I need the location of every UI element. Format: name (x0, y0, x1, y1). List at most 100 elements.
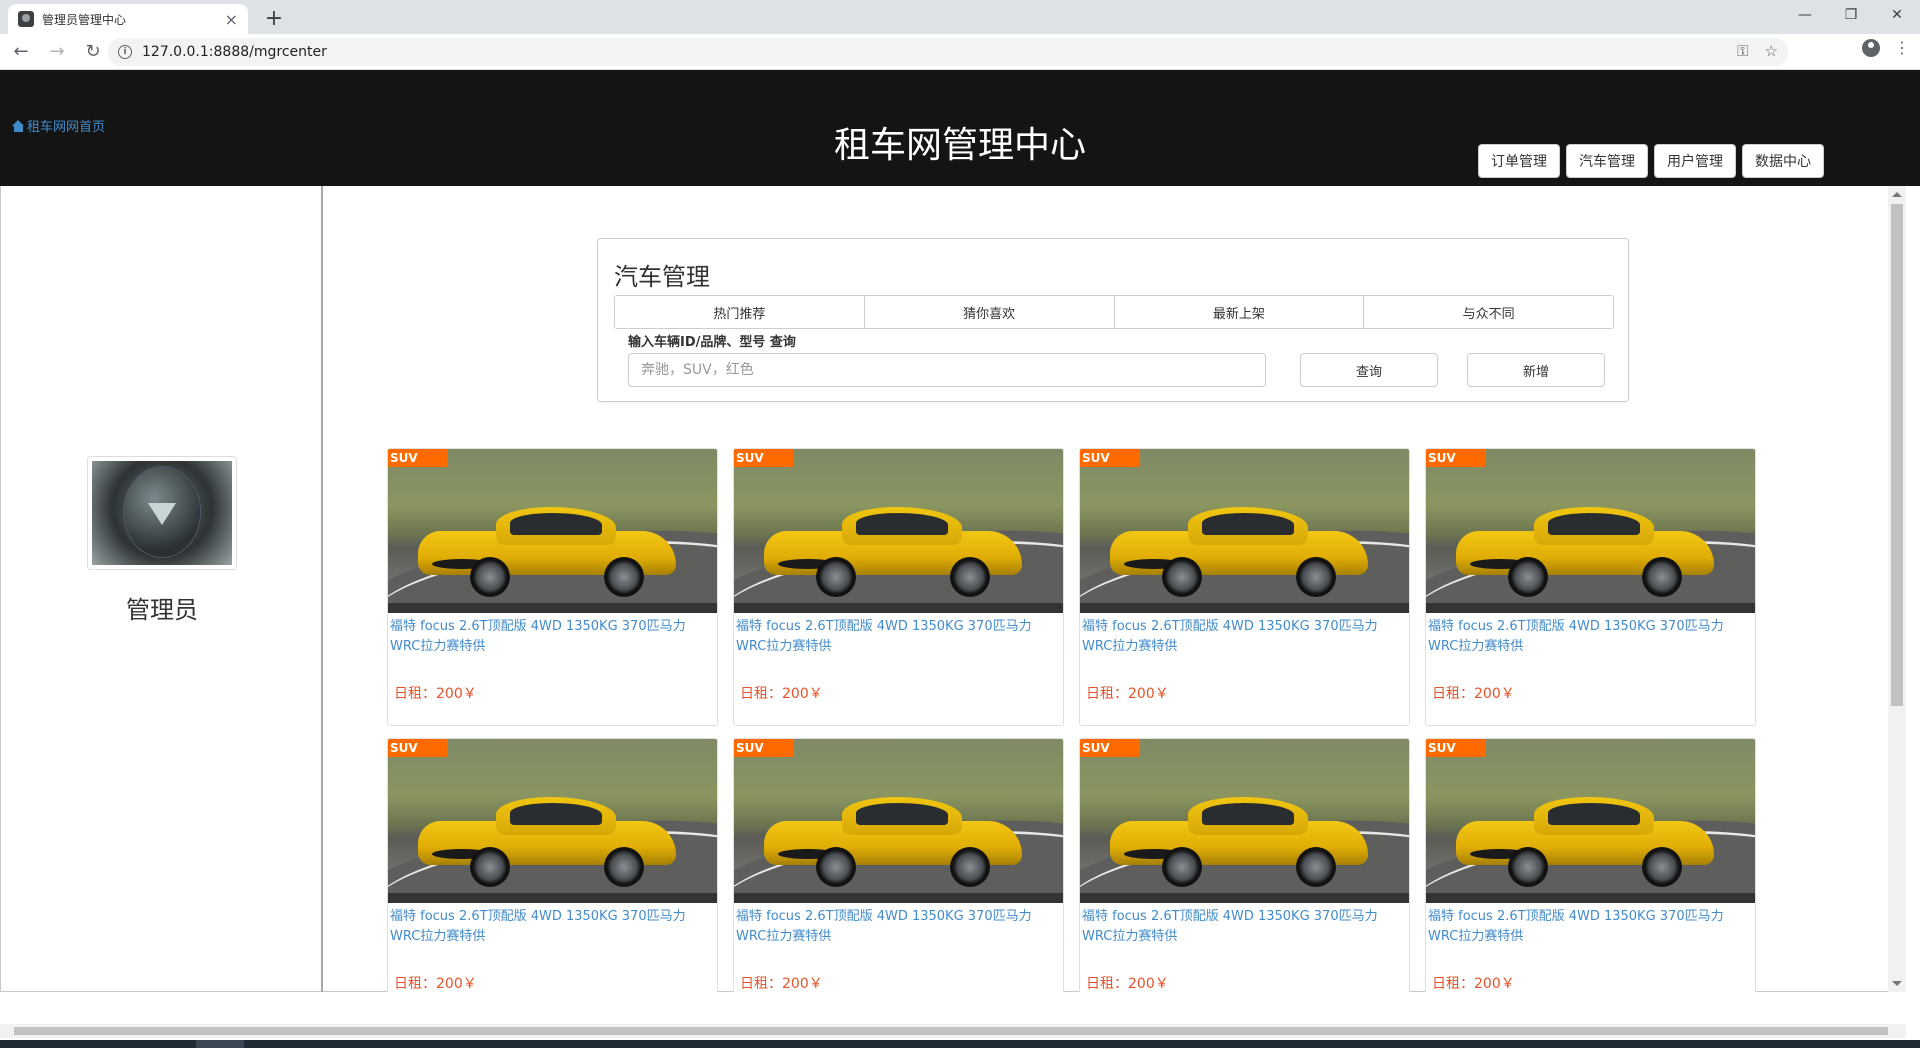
car-price: 日租：200￥ (1086, 686, 1169, 702)
image-watermark-bar (734, 603, 1063, 613)
car-image[interactable]: SUV (388, 739, 717, 903)
car-image[interactable]: SUV (1426, 739, 1755, 903)
car-price: 日租：200￥ (1432, 976, 1515, 992)
car-illustration (418, 791, 676, 887)
nav-order-management[interactable]: 订单管理 (1478, 144, 1560, 178)
car-card[interactable]: SUV 福特 focus 2.6T顶配版 4WD 1350KG 370匹马力WR… (733, 448, 1064, 726)
car-name-link[interactable]: 福特 focus 2.6T顶配版 4WD 1350KG 370匹马力WRC拉力赛… (1082, 907, 1402, 947)
image-watermark-bar (1080, 893, 1409, 903)
car-type-badge: SUV (734, 739, 794, 757)
car-type-badge: SUV (1426, 449, 1486, 467)
browser-tab[interactable]: 管理员管理中心 × (8, 4, 248, 34)
car-name-link[interactable]: 福特 focus 2.6T顶配版 4WD 1350KG 370匹马力WRC拉力赛… (1428, 617, 1748, 657)
car-image[interactable]: SUV (1080, 739, 1409, 903)
car-wheel (604, 557, 644, 597)
address-bar[interactable]: i 127.0.0.1:8888/mgrcenter ⚿ ☆ (108, 38, 1788, 66)
nav-data-center[interactable]: 数据中心 (1742, 144, 1824, 178)
site-info-icon[interactable]: i (118, 45, 132, 59)
car-illustration (1110, 791, 1368, 887)
image-watermark-bar (388, 893, 717, 903)
car-name-link[interactable]: 福特 focus 2.6T顶配版 4WD 1350KG 370匹马力WRC拉力赛… (390, 617, 710, 657)
forward-icon[interactable]: → (42, 37, 72, 67)
taskbar-item[interactable] (196, 1040, 244, 1048)
url-text[interactable]: 127.0.0.1:8888/mgrcenter (142, 44, 327, 60)
car-card[interactable]: SUV 福特 focus 2.6T顶配版 4WD 1350KG 370匹马力WR… (1425, 448, 1756, 726)
scroll-down-icon[interactable] (1892, 981, 1902, 986)
maximize-button[interactable]: ❐ (1828, 0, 1874, 30)
query-button[interactable]: 查询 (1300, 353, 1438, 387)
reload-icon[interactable]: ↻ (78, 37, 108, 67)
tab-close-icon[interactable]: × (225, 10, 238, 29)
add-button[interactable]: 新增 (1467, 353, 1605, 387)
car-card[interactable]: SUV 福特 focus 2.6T顶配版 4WD 1350KG 370匹马力WR… (1079, 448, 1410, 726)
car-image[interactable]: SUV (1426, 449, 1755, 613)
scroll-up-icon[interactable] (1892, 192, 1902, 197)
car-wheel (604, 847, 644, 887)
car-window (1202, 803, 1294, 825)
car-card[interactable]: SUV 福特 focus 2.6T顶配版 4WD 1350KG 370匹马力WR… (1079, 738, 1410, 992)
car-card[interactable]: SUV 福特 focus 2.6T顶配版 4WD 1350KG 370匹马力WR… (387, 448, 718, 726)
admin-name: 管理员 (126, 596, 198, 624)
image-watermark-bar (1080, 603, 1409, 613)
car-wheel (950, 847, 990, 887)
car-type-badge: SUV (1080, 739, 1140, 757)
car-name-link[interactable]: 福特 focus 2.6T顶配版 4WD 1350KG 370匹马力WRC拉力赛… (736, 907, 1056, 947)
sidebar: 管理员 (1, 186, 323, 992)
car-window (1548, 803, 1640, 825)
car-wheel (470, 557, 510, 597)
car-wheel (1508, 557, 1548, 597)
car-window (510, 513, 602, 535)
car-name-link[interactable]: 福特 focus 2.6T顶配版 4WD 1350KG 370匹马力WRC拉力赛… (736, 617, 1056, 657)
favicon-icon (18, 11, 34, 27)
car-wheel (1642, 557, 1682, 597)
horizontal-scrollbar[interactable] (0, 1024, 1906, 1038)
new-tab-button[interactable]: + (260, 4, 288, 32)
horizontal-scroll-thumb[interactable] (14, 1027, 1888, 1035)
car-card[interactable]: SUV 福特 focus 2.6T顶配版 4WD 1350KG 370匹马力WR… (387, 738, 718, 992)
car-window (1202, 513, 1294, 535)
car-name-link[interactable]: 福特 focus 2.6T顶配版 4WD 1350KG 370匹马力WRC拉力赛… (390, 907, 710, 947)
car-illustration (1110, 501, 1368, 597)
image-watermark-bar (734, 893, 1063, 903)
vertical-scrollbar[interactable] (1888, 186, 1906, 992)
header-nav: 订单管理 汽车管理 用户管理 数据中心 (1478, 144, 1824, 178)
car-price: 日租：200￥ (740, 976, 823, 992)
car-image[interactable]: SUV (1080, 449, 1409, 613)
car-type-badge: SUV (388, 449, 448, 467)
car-illustration (1456, 501, 1714, 597)
tab-newest[interactable]: 最新上架 (1113, 295, 1365, 329)
car-wheel (950, 557, 990, 597)
category-tabs: 热门推荐 猜你喜欢 最新上架 与众不同 (614, 295, 1614, 329)
nav-car-management[interactable]: 汽车管理 (1566, 144, 1648, 178)
car-price: 日租：200￥ (394, 686, 477, 702)
car-window (1548, 513, 1640, 535)
car-image[interactable]: SUV (388, 449, 717, 613)
car-name-link[interactable]: 福特 focus 2.6T顶配版 4WD 1350KG 370匹马力WRC拉力赛… (1428, 907, 1748, 947)
car-name-link[interactable]: 福特 focus 2.6T顶配版 4WD 1350KG 370匹马力WRC拉力赛… (1082, 617, 1402, 657)
search-label: 输入车辆ID/品牌、型号 查询 (628, 335, 796, 350)
car-card[interactable]: SUV 福特 focus 2.6T顶配版 4WD 1350KG 370匹马力WR… (733, 738, 1064, 992)
minimize-button[interactable]: — (1782, 0, 1828, 30)
car-image[interactable]: SUV (734, 739, 1063, 903)
search-input[interactable] (628, 353, 1266, 387)
tab-guess-you-like[interactable]: 猜你喜欢 (863, 295, 1115, 329)
main-frame: 管理员 汽车管理 热门推荐 猜你喜欢 最新上架 与众不同 输入车辆ID/品牌、型… (0, 186, 1906, 992)
tab-hot-recommend[interactable]: 热门推荐 (614, 295, 865, 329)
bookmark-star-icon[interactable]: ☆ (1765, 42, 1778, 60)
key-icon[interactable]: ⚿ (1737, 42, 1748, 60)
car-card[interactable]: SUV 福特 focus 2.6T顶配版 4WD 1350KG 370匹马力WR… (1425, 738, 1756, 992)
car-price: 日租：200￥ (1432, 686, 1515, 702)
nav-user-management[interactable]: 用户管理 (1654, 144, 1736, 178)
browser-toolbar: ← → ↻ i 127.0.0.1:8888/mgrcenter ⚿ ☆ ⋮ (0, 34, 1920, 70)
window-close-button[interactable]: ✕ (1874, 0, 1920, 30)
car-illustration (764, 791, 1022, 887)
vertical-scroll-thumb[interactable] (1891, 204, 1903, 706)
car-image[interactable]: SUV (734, 449, 1063, 613)
tab-unique[interactable]: 与众不同 (1363, 295, 1614, 329)
car-wheel (470, 847, 510, 887)
account-icon[interactable] (1862, 38, 1880, 57)
back-icon[interactable]: ← (6, 37, 36, 67)
car-illustration (764, 501, 1022, 597)
browser-menu-icon[interactable]: ⋮ (1894, 38, 1910, 57)
car-illustration (1456, 791, 1714, 887)
